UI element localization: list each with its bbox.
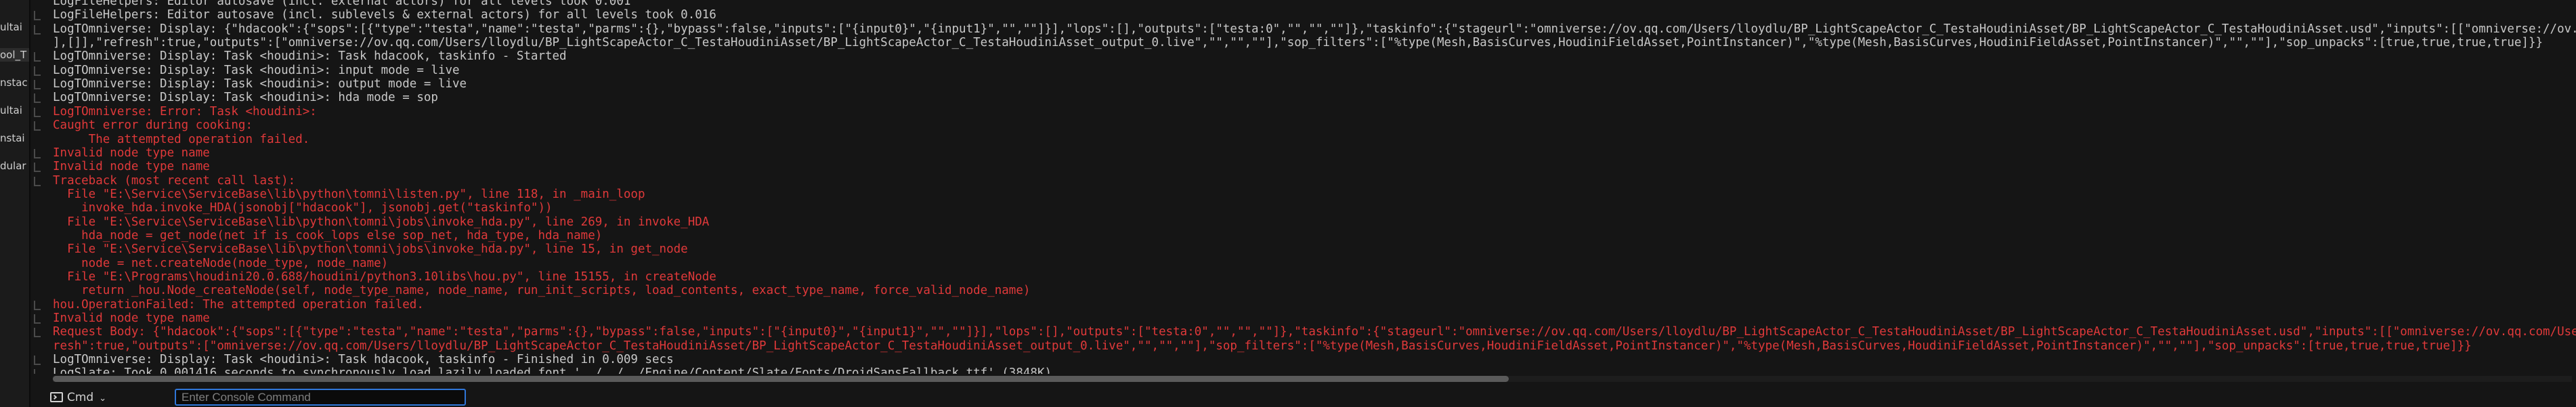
outliner-item[interactable]: dular	[0, 159, 29, 173]
cmd-label: Cmd	[67, 391, 94, 404]
log-line: Request Body: {"hdacook":{"sops":[{"type…	[53, 325, 2576, 339]
outliner-item[interactable]: nstac	[0, 76, 29, 89]
log-line: Traceback (most recent call last):	[53, 173, 296, 188]
log-entry-marker	[34, 314, 41, 324]
outliner-item[interactable]: ultai	[0, 20, 29, 34]
log-entry-marker	[34, 66, 41, 76]
log-line: resh":true,"outputs":["omniverse://ov.qq…	[53, 339, 2472, 353]
log-line: The attempted operation failed.	[53, 132, 310, 146]
panel-divider[interactable]	[29, 0, 30, 407]
log-line: hou.OperationFailed: The attempted opera…	[53, 297, 424, 312]
log-line: LogTOmniverse: Display: Task <houdini>: …	[53, 353, 674, 367]
console-bar: Cmd ⌄	[31, 387, 2576, 407]
terminal-icon	[50, 392, 63, 402]
log-line: LogSlate: Took 0.001416 seconds to synch…	[53, 366, 1052, 374]
log-entry-marker	[34, 11, 41, 21]
output-log: LogFileHelpers: Editor autosave (incl. e…	[31, 0, 2576, 374]
log-line: Caught error during cooking:	[53, 119, 253, 133]
log-entry-marker	[34, 163, 41, 173]
log-line: node = net.createNode(node_type, node_na…	[53, 256, 389, 270]
log-line: File "E:\Service\ServiceBase\lib\python\…	[53, 187, 645, 201]
chevron-down-icon: ⌄	[99, 393, 107, 404]
log-entry-marker	[34, 121, 41, 131]
log-line: LogTOmniverse: Display: Task <houdini>: …	[53, 77, 467, 91]
log-entry-marker	[34, 107, 41, 117]
log-entry-marker	[34, 80, 41, 90]
log-entry-marker	[34, 300, 41, 310]
outliner-item[interactable]: ool_T	[0, 48, 29, 62]
log-line: LogTOmniverse: Display: {"hdacook":{"sop…	[53, 22, 2576, 36]
log-line: Invalid node type name	[53, 160, 210, 174]
outliner-item[interactable]: nstai	[0, 131, 29, 145]
log-line: invoke_hda.invoke_HDA(jsonobj["hdacook"]…	[53, 201, 553, 215]
log-line: LogTOmniverse: Display: Task <houdini>: …	[53, 49, 567, 64]
log-entry-marker	[34, 176, 41, 186]
log-entry-marker	[34, 93, 41, 104]
outliner-item[interactable]: ultai	[0, 104, 29, 117]
log-line: ],[]],"refresh":true,"outputs":["omniver…	[53, 36, 2543, 50]
log-line: File "E:\Programs\houdini20.0.688/houdin…	[53, 270, 716, 284]
log-line: Invalid node type name	[53, 312, 210, 326]
log-line: return _hou.Node_createNode(self, node_t…	[53, 284, 1031, 298]
log-line: LogTOmniverse: Display: Task <houdini>: …	[53, 63, 460, 77]
log-entry-marker	[34, 52, 41, 62]
log-line: LogFileHelpers: Editor autosave (incl. s…	[53, 8, 716, 22]
horizontal-scrollbar[interactable]	[53, 376, 2572, 382]
scrollbar-thumb[interactable]	[53, 376, 1509, 382]
log-line: LogTOmniverse: Error: Task <houdini>:	[53, 104, 317, 119]
log-line: File "E:\Service\ServiceBase\lib\python\…	[53, 215, 710, 229]
log-line: Invalid node type name	[53, 146, 210, 160]
log-line: File "E:\Service\ServiceBase\lib\python\…	[53, 242, 688, 257]
log-line: LogFileHelpers: Editor autosave (incl. e…	[53, 0, 631, 8]
log-entry-marker	[34, 148, 41, 158]
log-entry-marker	[34, 369, 41, 374]
log-entry-marker	[34, 24, 41, 35]
log-entry-marker	[34, 328, 41, 338]
log-line: LogTOmniverse: Display: Task <houdini>: …	[53, 91, 438, 105]
cmd-dropdown-button[interactable]: Cmd ⌄	[50, 389, 152, 406]
log-entry-marker	[34, 356, 41, 366]
log-line: hda_node = get_node(net if is_cook_lops …	[53, 228, 603, 242]
console-command-input[interactable]	[175, 389, 466, 406]
outliner-panel: ultai ool_Tnstac ultai nstai dular	[0, 0, 29, 407]
